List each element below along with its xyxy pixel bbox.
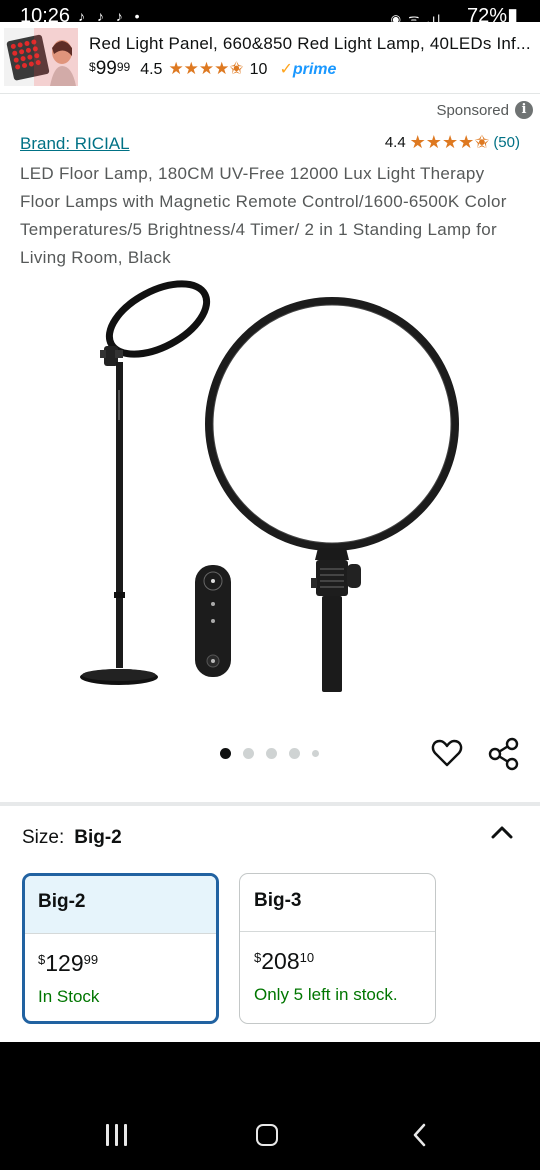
size-option-price: $12999 — [38, 950, 99, 976]
sponsored-label[interactable]: Sponsored i — [436, 101, 533, 119]
size-option-price: $20810 — [254, 948, 315, 974]
size-option-availability: Only 5 left in stock. — [254, 985, 398, 1004]
brand-link[interactable]: Brand: RICIAL — [20, 134, 130, 154]
status-time: 10:26 — [20, 5, 71, 22]
sponsored-product-banner[interactable]: Red Light Panel, 660&850 Red Light Lamp,… — [0, 22, 540, 94]
signal-icons: ◉ ᯤ .ıl — [390, 12, 442, 22]
product-image[interactable] — [0, 278, 540, 708]
sponsored-product-thumbnail[interactable] — [4, 28, 78, 86]
prime-check-icon: ✓ — [279, 61, 293, 78]
product-title: LED Floor Lamp, 180CM UV-Free 12000 Lux … — [20, 164, 507, 267]
size-option-big-3[interactable]: Big-3 $20810 Only 5 left in stock. — [239, 873, 436, 1024]
rating-value: 4.4 — [384, 134, 406, 151]
image-carousel-dots[interactable] — [220, 748, 319, 759]
sponsored-price: $9999 — [89, 58, 131, 79]
recent-apps-icon[interactable] — [106, 1124, 128, 1146]
review-count[interactable]: (50) — [493, 134, 520, 151]
status-bar: 10:26 ♪ ♪ ♪ • ◉ ᯤ .ıl 72%▮ — [0, 0, 540, 22]
size-option-availability: In Stock — [38, 987, 100, 1006]
carousel-dot-4[interactable] — [289, 748, 300, 759]
battery-indicator: 72%▮ — [466, 5, 518, 22]
back-icon[interactable] — [410, 1122, 430, 1148]
carousel-dot-2[interactable] — [243, 748, 254, 759]
product-rating[interactable]: 4.4 ★★★★✬ (50) — [385, 132, 520, 153]
share-icon[interactable] — [486, 736, 522, 772]
sponsored-product-title[interactable]: Red Light Panel, 660&850 Red Light Lamp,… — [89, 34, 531, 54]
sponsored-rating: 4.5 — [140, 61, 163, 78]
sponsored-stars: ★★★★✬ — [168, 59, 244, 78]
size-selector-label: Size: Big-2 — [22, 827, 122, 848]
notification-icons: ♪ ♪ ♪ • — [78, 8, 144, 22]
sponsored-review-count: 10 — [249, 61, 268, 78]
rating-stars: ★★★★✬ — [409, 132, 490, 152]
selected-size: Big-2 — [74, 827, 122, 848]
heart-icon[interactable] — [430, 736, 464, 770]
info-icon[interactable]: i — [515, 101, 533, 119]
size-option-name: Big-3 — [240, 874, 435, 932]
home-icon[interactable] — [256, 1124, 278, 1146]
sponsored-price-row: $9999 4.5 ★★★★✬ 10 ✓prime — [89, 58, 336, 80]
carousel-dot-3[interactable] — [266, 748, 277, 759]
chevron-up-icon[interactable] — [489, 822, 515, 842]
prime-badge: ✓prime — [279, 61, 337, 78]
section-divider — [0, 802, 540, 806]
carousel-dot-5[interactable] — [312, 750, 319, 757]
size-option-name: Big-2 — [25, 876, 216, 934]
carousel-dot-1[interactable] — [220, 748, 231, 759]
size-option-big-2[interactable]: Big-2 $12999 In Stock — [22, 873, 219, 1024]
system-navigation-bar — [0, 1042, 540, 1170]
